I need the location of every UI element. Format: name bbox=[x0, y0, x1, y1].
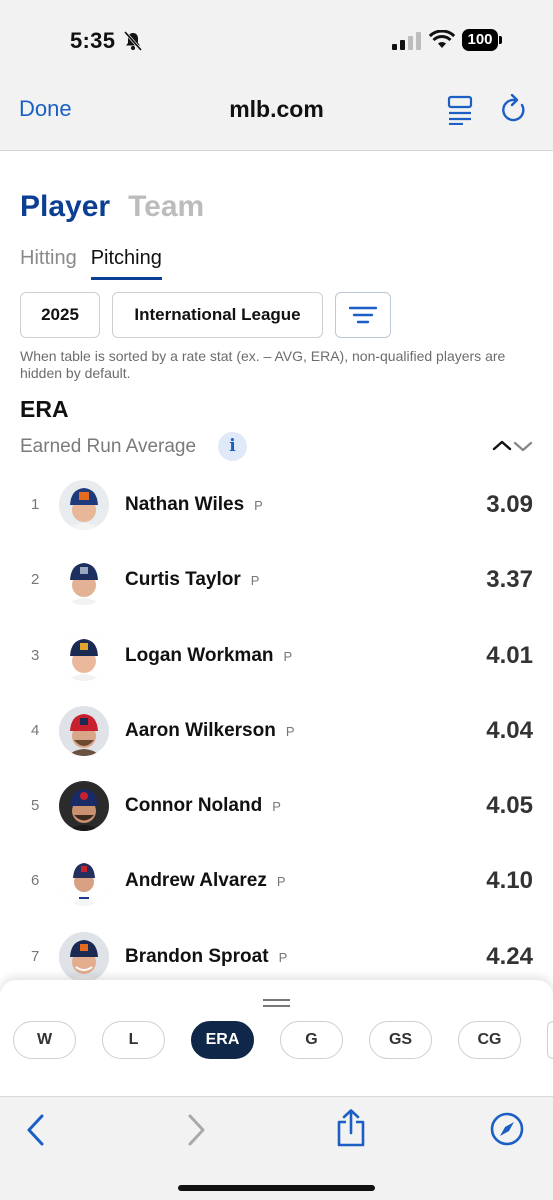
sort-toggle-icon[interactable] bbox=[492, 436, 534, 456]
stat-title: ERA bbox=[20, 396, 69, 422]
player-name[interactable]: Curtis Taylor bbox=[125, 569, 241, 590]
drag-handle[interactable] bbox=[263, 999, 290, 1007]
player-name[interactable]: Logan Workman bbox=[125, 645, 274, 666]
player-avatar bbox=[59, 480, 109, 530]
player-position: P bbox=[283, 649, 293, 664]
stat-chip-era[interactable]: ERA bbox=[191, 1021, 254, 1059]
tab-team[interactable]: Team bbox=[128, 190, 204, 223]
filter-button[interactable] bbox=[335, 292, 391, 338]
browser-top-bar: mlb.com Done bbox=[0, 80, 553, 151]
compass-icon[interactable] bbox=[490, 1112, 524, 1146]
player-position: P bbox=[250, 573, 260, 588]
stat-chip-gs[interactable]: GS bbox=[369, 1021, 432, 1059]
stat-chip-l[interactable]: L bbox=[102, 1021, 165, 1059]
stat-group-tabs: Hitting Pitching bbox=[20, 247, 162, 280]
stat-chip-w[interactable]: W bbox=[13, 1021, 76, 1059]
info-icon[interactable]: i bbox=[218, 432, 247, 461]
player-name[interactable]: Nathan Wiles bbox=[125, 494, 244, 515]
player-name[interactable]: Brandon Sproat bbox=[125, 946, 269, 967]
signal-icon bbox=[392, 32, 421, 50]
player-position: P bbox=[276, 874, 286, 889]
player-avatar bbox=[59, 631, 109, 681]
leaderboard-row[interactable]: 1 Nathan Wiles P 3.09 bbox=[0, 475, 553, 535]
row-rank: 7 bbox=[31, 948, 40, 965]
stat-value: 4.04 bbox=[486, 717, 533, 744]
stat-chip-g[interactable]: G bbox=[280, 1021, 343, 1059]
player-position: P bbox=[285, 724, 295, 739]
reload-icon[interactable] bbox=[500, 94, 528, 124]
stat-chip-partial[interactable] bbox=[547, 1021, 553, 1059]
stat-value: 3.09 bbox=[486, 491, 533, 518]
tab-pitching[interactable]: Pitching bbox=[90, 247, 162, 280]
wifi-icon bbox=[429, 30, 455, 48]
stat-picker-sheet: W L ERA G GS CG bbox=[0, 980, 553, 1096]
player-avatar bbox=[59, 932, 109, 982]
leaderboard-row[interactable]: 2 Curtis Taylor P 3.37 bbox=[0, 550, 553, 610]
battery-level: 100 bbox=[462, 29, 498, 51]
home-indicator bbox=[178, 1185, 375, 1191]
browser-toolbar bbox=[0, 1096, 553, 1200]
filter-icon bbox=[349, 306, 377, 324]
row-rank: 3 bbox=[31, 647, 40, 664]
rate-stat-note: When table is sorted by a rate stat (ex.… bbox=[20, 348, 506, 381]
leaderboard-row[interactable]: 7 Brandon Sproat P 4.24 bbox=[0, 927, 553, 987]
player-position: P bbox=[254, 498, 263, 513]
status-time: 5:35 bbox=[70, 28, 116, 53]
tab-hitting[interactable]: Hitting bbox=[20, 247, 77, 269]
share-icon[interactable] bbox=[335, 1109, 367, 1147]
player-team-switch: Player Team bbox=[20, 190, 204, 224]
reader-mode-icon[interactable] bbox=[447, 95, 473, 125]
row-rank: 5 bbox=[31, 797, 40, 814]
stat-value: 4.05 bbox=[486, 792, 533, 819]
leaderboard-row[interactable]: 3 Logan Workman P 4.01 bbox=[0, 626, 553, 686]
stat-value: 4.01 bbox=[486, 642, 533, 669]
row-rank: 4 bbox=[31, 722, 40, 739]
battery-icon: 100 bbox=[462, 29, 502, 51]
league-select[interactable]: International League bbox=[112, 292, 323, 338]
leaderboard-row[interactable]: 5 Connor Noland P 4.05 bbox=[0, 776, 553, 836]
player-name[interactable]: Andrew Alvarez bbox=[125, 870, 267, 891]
player-name[interactable]: Aaron Wilkerson bbox=[125, 720, 276, 741]
stat-chip-cg[interactable]: CG bbox=[458, 1021, 521, 1059]
status-bar: 5:35 100 bbox=[0, 0, 553, 80]
player-avatar bbox=[59, 856, 109, 906]
silent-bell-icon bbox=[124, 31, 142, 51]
back-icon[interactable] bbox=[25, 1113, 47, 1147]
player-avatar bbox=[59, 555, 109, 605]
player-avatar bbox=[59, 781, 109, 831]
player-position: P bbox=[278, 950, 288, 965]
done-button[interactable]: Done bbox=[19, 96, 72, 122]
year-select[interactable]: 2025 bbox=[20, 292, 100, 338]
stat-value: 4.24 bbox=[486, 943, 533, 970]
player-name[interactable]: Connor Noland bbox=[125, 795, 262, 816]
leaderboard-row[interactable]: 4 Aaron Wilkerson P 4.04 bbox=[0, 701, 553, 761]
forward-icon[interactable] bbox=[185, 1113, 207, 1147]
player-avatar bbox=[59, 706, 109, 756]
stat-value: 3.37 bbox=[486, 566, 533, 593]
stat-value: 4.10 bbox=[486, 867, 533, 894]
row-rank: 2 bbox=[31, 571, 40, 588]
stat-full-name: Earned Run Average bbox=[20, 436, 197, 457]
leaderboard-row[interactable]: 6 Andrew Alvarez P 4.10 bbox=[0, 851, 553, 911]
row-rank: 6 bbox=[31, 872, 40, 889]
player-position: P bbox=[272, 799, 281, 814]
tab-player[interactable]: Player bbox=[20, 190, 110, 223]
row-rank: 1 bbox=[31, 496, 40, 513]
